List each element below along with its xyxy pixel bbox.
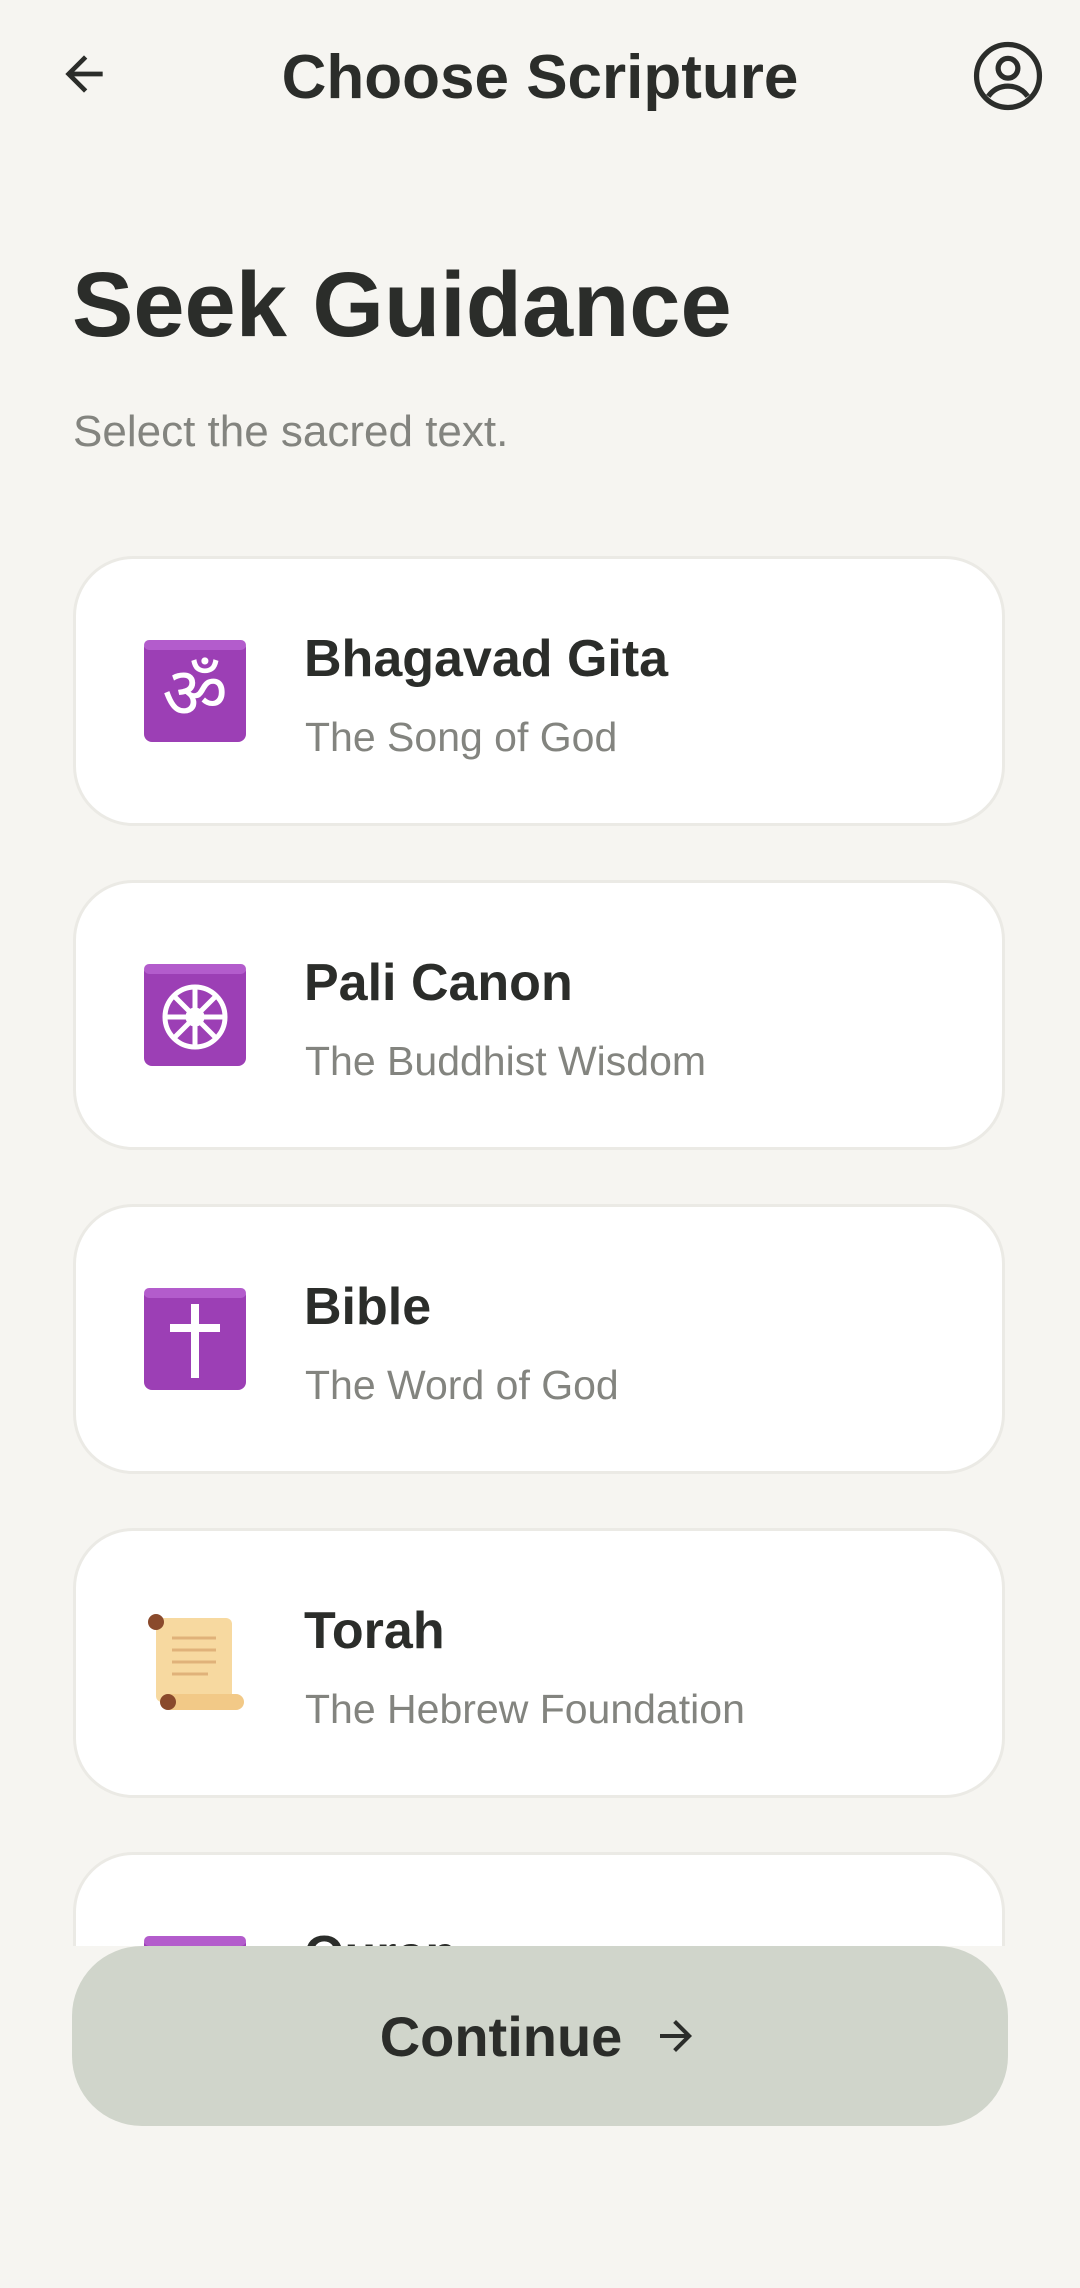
page-subheading: Select the sacred text. xyxy=(73,407,509,456)
scroll-icon xyxy=(148,1614,244,1710)
scripture-card-quran[interactable]: Quran xyxy=(73,1852,1005,1946)
scripture-card-pali-canon[interactable]: Pali Canon The Buddhist Wisdom xyxy=(73,880,1005,1150)
scripture-subtitle: The Buddhist Wisdom xyxy=(305,1038,707,1084)
top-app-bar: Choose Scripture xyxy=(0,0,1080,160)
screen-title: Choose Scripture xyxy=(281,43,799,112)
scripture-subtitle: The Song of God xyxy=(305,714,618,760)
scripture-subtitle: The Word of God xyxy=(305,1362,619,1408)
continue-button[interactable]: Continue xyxy=(72,1946,1008,2126)
scripture-title: Pali Canon xyxy=(304,954,573,1012)
scripture-title: Bhagavad Gita xyxy=(304,630,669,688)
continue-label: Continue xyxy=(379,2004,623,2068)
scripture-subtitle: The Hebrew Foundation xyxy=(305,1686,745,1732)
page-heading: Seek Guidance xyxy=(72,254,732,356)
scripture-title: Quran xyxy=(304,1923,457,1946)
scripture-list[interactable]: ॐ Bhagavad Gita The Song of God Pali Can… xyxy=(0,540,1080,1946)
svg-text:ॐ: ॐ xyxy=(162,651,228,735)
arrow-right-icon xyxy=(660,2020,693,2052)
star-crescent-icon xyxy=(144,1936,246,1946)
scripture-card-bible[interactable]: Bible The Word of God xyxy=(73,1204,1005,1474)
om-icon: ॐ xyxy=(144,640,246,742)
scripture-card-torah[interactable]: Torah The Hebrew Foundation xyxy=(73,1528,1005,1798)
scripture-card-bhagavad-gita[interactable]: ॐ Bhagavad Gita The Song of God xyxy=(73,556,1005,826)
dharma-wheel-icon xyxy=(144,964,246,1066)
scripture-title: Torah xyxy=(304,1602,445,1660)
scripture-title: Bible xyxy=(304,1278,432,1336)
profile-button[interactable] xyxy=(968,36,1048,116)
latin-cross-icon xyxy=(144,1288,246,1390)
account-circle-icon xyxy=(973,41,1043,111)
